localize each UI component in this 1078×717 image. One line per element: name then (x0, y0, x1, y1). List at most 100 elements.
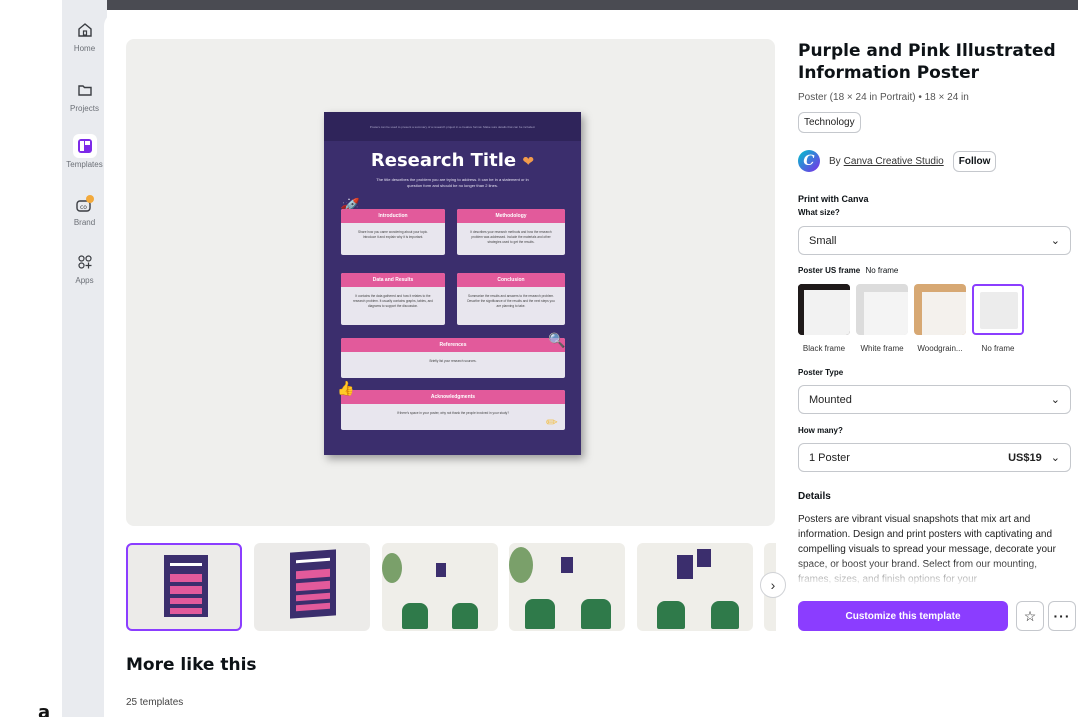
frame-swatch (914, 284, 966, 335)
more-icon: ··· (1053, 608, 1071, 624)
frame-label: Poster US frame (798, 266, 861, 275)
sidebar-item-label: Templates (66, 160, 103, 169)
next-thumbnails-button[interactable]: › (760, 572, 786, 598)
thumbnail-chair (581, 599, 611, 629)
poster-section-heading: Conclusion (457, 273, 565, 287)
poster-section-body: It describes your research methods and h… (470, 230, 552, 244)
poster-title-text: Research Title (370, 150, 517, 171)
thumbnail[interactable] (509, 543, 625, 631)
panel-letter: a (38, 702, 51, 717)
thumbnail[interactable] (637, 543, 753, 631)
frame-option-black[interactable]: Black frame (798, 284, 850, 353)
frame-option-woodgrain[interactable]: Woodgrain... (914, 284, 966, 353)
quantity-value: 1 Poster (809, 451, 850, 464)
chevron-down-icon: ⌄ (1050, 452, 1060, 464)
sidebar-item-projects[interactable]: Projects (62, 78, 107, 113)
frame-caption: Woodgrain... (917, 344, 963, 353)
frame-options: Black frame White frame Woodgrain... No … (798, 284, 1030, 353)
poster-top-strip: Posters can be used to present a summary… (324, 112, 581, 141)
sidebar-item-label: Home (73, 44, 96, 53)
poster-preview: Posters can be used to present a summary… (324, 112, 581, 455)
brand-icon: co (73, 192, 97, 216)
price-group: US$19 ⌄ (1008, 451, 1060, 464)
poster-section-body: Briefly list your research sources. (429, 359, 477, 363)
thumbnail-plant (509, 547, 533, 583)
thumbnail-chair (711, 601, 739, 629)
creator-row: C By Canva Creative Studio Follow (798, 150, 997, 172)
poster-section-body: Summarize the results and answers to the… (467, 294, 555, 308)
frame-caption: White frame (860, 344, 904, 353)
apps-icon (73, 250, 97, 274)
thumbnail-plant (382, 553, 402, 583)
poster-type-select[interactable]: Mounted ⌄ (798, 385, 1071, 414)
heart-icon: ❤ (522, 154, 535, 170)
category-tag[interactable]: Technology (798, 112, 861, 133)
poster-subtitle: The title describes the problem you are … (376, 177, 529, 188)
poster-type-label: Poster Type (798, 368, 844, 377)
poster-section-body: It contains the data gathered and how it… (353, 294, 433, 308)
favorite-button[interactable]: ☆ (1016, 601, 1044, 631)
template-info: Purple and Pink Illustrated Information … (798, 40, 1076, 631)
svg-text:co: co (80, 204, 87, 211)
thumbnail-poster (561, 557, 573, 573)
details-heading: Details (798, 491, 831, 502)
thumbnail-chair (452, 603, 478, 629)
chevron-down-icon: ⌄ (1050, 235, 1060, 247)
quantity-select[interactable]: 1 Poster US$19 ⌄ (798, 443, 1071, 472)
template-meta: Poster (18 × 24 in Portrait) • 18 × 24 i… (798, 92, 969, 103)
thumbnail-chair (525, 599, 555, 629)
sidebar-item-label: Projects (70, 104, 99, 113)
quantity-label: How many? (798, 426, 843, 435)
star-icon: ☆ (1023, 607, 1037, 624)
frame-caption: No frame (981, 344, 1015, 353)
frame-option-none[interactable]: No frame (972, 284, 1024, 353)
poster-section: References Briefly list your research so… (341, 338, 565, 378)
canva-logo-icon: C (798, 150, 820, 172)
thumbnail-poster (436, 563, 446, 577)
thumbnail-poster (677, 555, 693, 579)
thumbnail[interactable] (254, 543, 370, 631)
sidebar-item-brand[interactable]: co Brand (62, 192, 107, 227)
frame-swatch (972, 284, 1024, 335)
more-options-button[interactable]: ··· (1048, 601, 1076, 631)
poster-section-heading: Acknowledgments (341, 390, 565, 404)
customize-template-button[interactable]: Customize this template (798, 601, 1008, 631)
templates-icon (72, 134, 97, 158)
poster-section: Data and Results It contains the data ga… (341, 273, 445, 325)
thumbnail[interactable] (126, 543, 242, 631)
creator-link[interactable]: Canva Creative Studio (844, 156, 944, 167)
sidebar-item-templates[interactable]: Templates (62, 134, 107, 169)
modal-backdrop (107, 0, 1078, 10)
size-select[interactable]: Small ⌄ (798, 226, 1071, 255)
thumbnail[interactable] (382, 543, 498, 631)
sidebar-item-home[interactable]: Home (62, 18, 107, 53)
poster-section-heading: Methodology (457, 209, 565, 223)
pencil-icon: ✏ (546, 414, 558, 430)
details-fade (798, 560, 1071, 586)
sidebar-item-label: Brand (73, 218, 96, 227)
follow-button[interactable]: Follow (952, 150, 997, 172)
poster-section-heading: Data and Results (341, 273, 445, 287)
poster-section: Introduction Share how you came wonderin… (341, 209, 445, 255)
by-label: By (829, 156, 841, 167)
poster-section-heading: Introduction (341, 209, 445, 223)
poster-section: Acknowledgments If there's space in your… (341, 390, 565, 430)
by-prefix: By (829, 155, 841, 167)
sidebar: Home Projects Templates co Brand Apps (62, 0, 107, 717)
poster-section-body: Share how you came wondering about your … (358, 230, 428, 239)
thumbnail-poster (164, 555, 208, 617)
price: US$19 (1008, 452, 1042, 464)
sidebar-item-apps[interactable]: Apps (62, 250, 107, 285)
thumbs-up-icon: 👍 (337, 380, 355, 396)
frame-swatch (856, 284, 908, 335)
frame-caption: Black frame (802, 344, 846, 353)
poster-section: Methodology It describes your research m… (457, 209, 565, 255)
frame-value: No frame (865, 266, 899, 275)
template-title: Purple and Pink Illustrated Information … (798, 41, 1056, 83)
frame-option-white[interactable]: White frame (856, 284, 908, 353)
more-like-this-heading: More like this (126, 655, 257, 675)
poster-type-value: Mounted (809, 393, 852, 406)
app-root: a Home Projects Templates co Brand Apps … (0, 0, 1078, 717)
folder-icon (73, 78, 97, 102)
thumbnail-strip (126, 543, 776, 631)
